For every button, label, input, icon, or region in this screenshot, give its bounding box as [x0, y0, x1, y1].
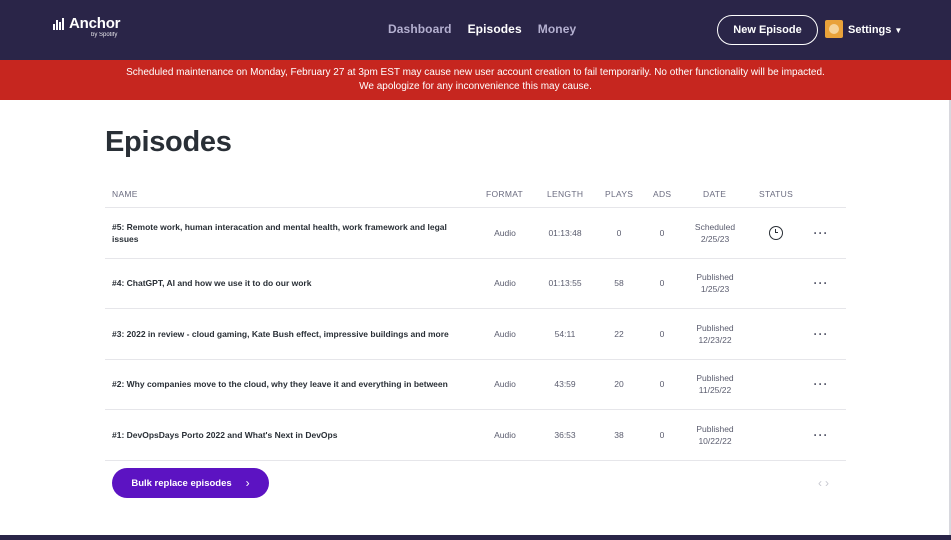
main-nav: Dashboard Episodes Money: [388, 22, 576, 36]
col-length[interactable]: LENGTH: [547, 189, 583, 199]
more-options-icon[interactable]: ···: [810, 377, 832, 391]
table-row[interactable]: #1: DevOpsDays Porto 2022 and What's Nex…: [105, 410, 846, 461]
maintenance-banner: Scheduled maintenance on Monday, Februar…: [0, 60, 951, 100]
episode-ads: 0: [659, 278, 665, 289]
col-name[interactable]: NAME: [112, 189, 138, 199]
pagination: ‹ ›: [818, 476, 829, 490]
table-row[interactable]: #2: Why companies move to the cloud, why…: [105, 360, 846, 410]
table-header: NAME FORMAT LENGTH PLAYS ADS DATE STATUS: [105, 183, 846, 208]
more-options-icon[interactable]: ···: [810, 327, 832, 341]
status-cell: [765, 225, 787, 240]
new-episode-button[interactable]: New Episode: [717, 15, 818, 45]
nav-episodes[interactable]: Episodes: [468, 22, 522, 36]
clock-icon: [769, 225, 783, 240]
episode-format: Audio: [494, 379, 516, 390]
brand-name: Anchor: [69, 15, 121, 32]
table-row[interactable]: #3: 2022 in review - cloud gaming, Kate …: [105, 309, 846, 360]
chevron-right-icon: ›: [245, 476, 250, 490]
episode-ads: 0: [659, 379, 665, 390]
col-date[interactable]: DATE: [703, 189, 726, 199]
more-options-icon[interactable]: ···: [810, 428, 832, 442]
episodes-table: NAME FORMAT LENGTH PLAYS ADS DATE STATUS…: [105, 183, 846, 461]
more-options-icon[interactable]: ···: [810, 276, 832, 290]
episode-format: Audio: [494, 429, 516, 440]
date-value: 1/25/23: [700, 284, 730, 295]
chevron-left-icon[interactable]: ‹: [818, 476, 822, 490]
date-status: Published: [696, 423, 734, 434]
episode-title[interactable]: #1: DevOpsDays Porto 2022 and What's Nex…: [112, 429, 462, 441]
date-value: 12/23/22: [698, 334, 732, 345]
date-value: 11/25/22: [698, 385, 732, 396]
avatar[interactable]: [825, 20, 843, 38]
episode-date: Published 11/25/22: [685, 372, 745, 396]
date-status: Published: [696, 322, 734, 333]
nav-dashboard[interactable]: Dashboard: [388, 22, 452, 36]
col-status: STATUS: [759, 189, 794, 199]
episode-length: 43:59: [554, 379, 576, 390]
top-navbar: Anchor by Spotify Dashboard Episodes Mon…: [0, 0, 951, 60]
date-value: 10/22/22: [698, 435, 732, 446]
table-row[interactable]: #5: Remote work, human interacation and …: [105, 208, 846, 259]
episode-title[interactable]: #5: Remote work, human interacation and …: [112, 221, 462, 245]
page-title: Episodes: [105, 126, 232, 158]
episode-date: Published 10/22/22: [685, 423, 745, 447]
episode-plays: 38: [614, 429, 624, 440]
chevron-right-icon[interactable]: ›: [825, 476, 829, 490]
chevron-down-icon: ▼: [894, 25, 903, 35]
col-format[interactable]: FORMAT: [486, 189, 523, 199]
table-row[interactable]: #4: ChatGPT, AI and how we use it to do …: [105, 259, 846, 309]
episode-date: Scheduled 2/25/23: [685, 221, 745, 245]
episode-plays: 20: [614, 379, 624, 390]
episode-title[interactable]: #4: ChatGPT, AI and how we use it to do …: [112, 277, 462, 289]
episode-plays: 0: [616, 227, 622, 238]
col-ads[interactable]: ADS: [653, 189, 671, 199]
more-options-icon[interactable]: ···: [810, 226, 832, 240]
episode-length: 36:53: [554, 429, 576, 440]
brand-sub: by Spotify: [91, 32, 118, 38]
footer-bar: [0, 535, 951, 540]
date-status: Published: [696, 272, 734, 283]
episode-length: 54:11: [554, 328, 576, 339]
col-plays[interactable]: PLAYS: [605, 189, 633, 199]
date-value: 2/25/23: [700, 233, 730, 244]
anchor-logo[interactable]: Anchor by Spotify: [53, 15, 121, 38]
episode-format: Audio: [494, 328, 516, 339]
settings-label: Settings: [848, 24, 892, 36]
bulk-replace-button[interactable]: Bulk replace episodes ›: [112, 468, 269, 498]
episode-length: 01:13:48: [548, 227, 582, 238]
bulk-replace-label: Bulk replace episodes: [131, 477, 232, 489]
banner-text: Scheduled maintenance on Monday, Februar…: [126, 67, 825, 92]
settings-menu[interactable]: Settings ▼: [848, 24, 902, 36]
date-status: Published: [696, 373, 734, 384]
episode-ads: 0: [659, 328, 665, 339]
episode-date: Published 12/23/22: [685, 322, 745, 346]
episode-format: Audio: [494, 227, 516, 238]
episode-title[interactable]: #3: 2022 in review - cloud gaming, Kate …: [112, 328, 462, 340]
nav-money[interactable]: Money: [538, 22, 577, 36]
episode-ads: 0: [659, 429, 665, 440]
episode-plays: 58: [614, 278, 624, 289]
episode-title[interactable]: #2: Why companies move to the cloud, why…: [112, 378, 462, 390]
episode-format: Audio: [494, 278, 516, 289]
episode-plays: 22: [614, 328, 624, 339]
episode-ads: 0: [659, 227, 665, 238]
date-status: Scheduled: [694, 221, 736, 232]
anchor-logo-icon: [53, 17, 64, 30]
episode-date: Published 1/25/23: [685, 271, 745, 295]
episode-length: 01:13:55: [548, 278, 582, 289]
